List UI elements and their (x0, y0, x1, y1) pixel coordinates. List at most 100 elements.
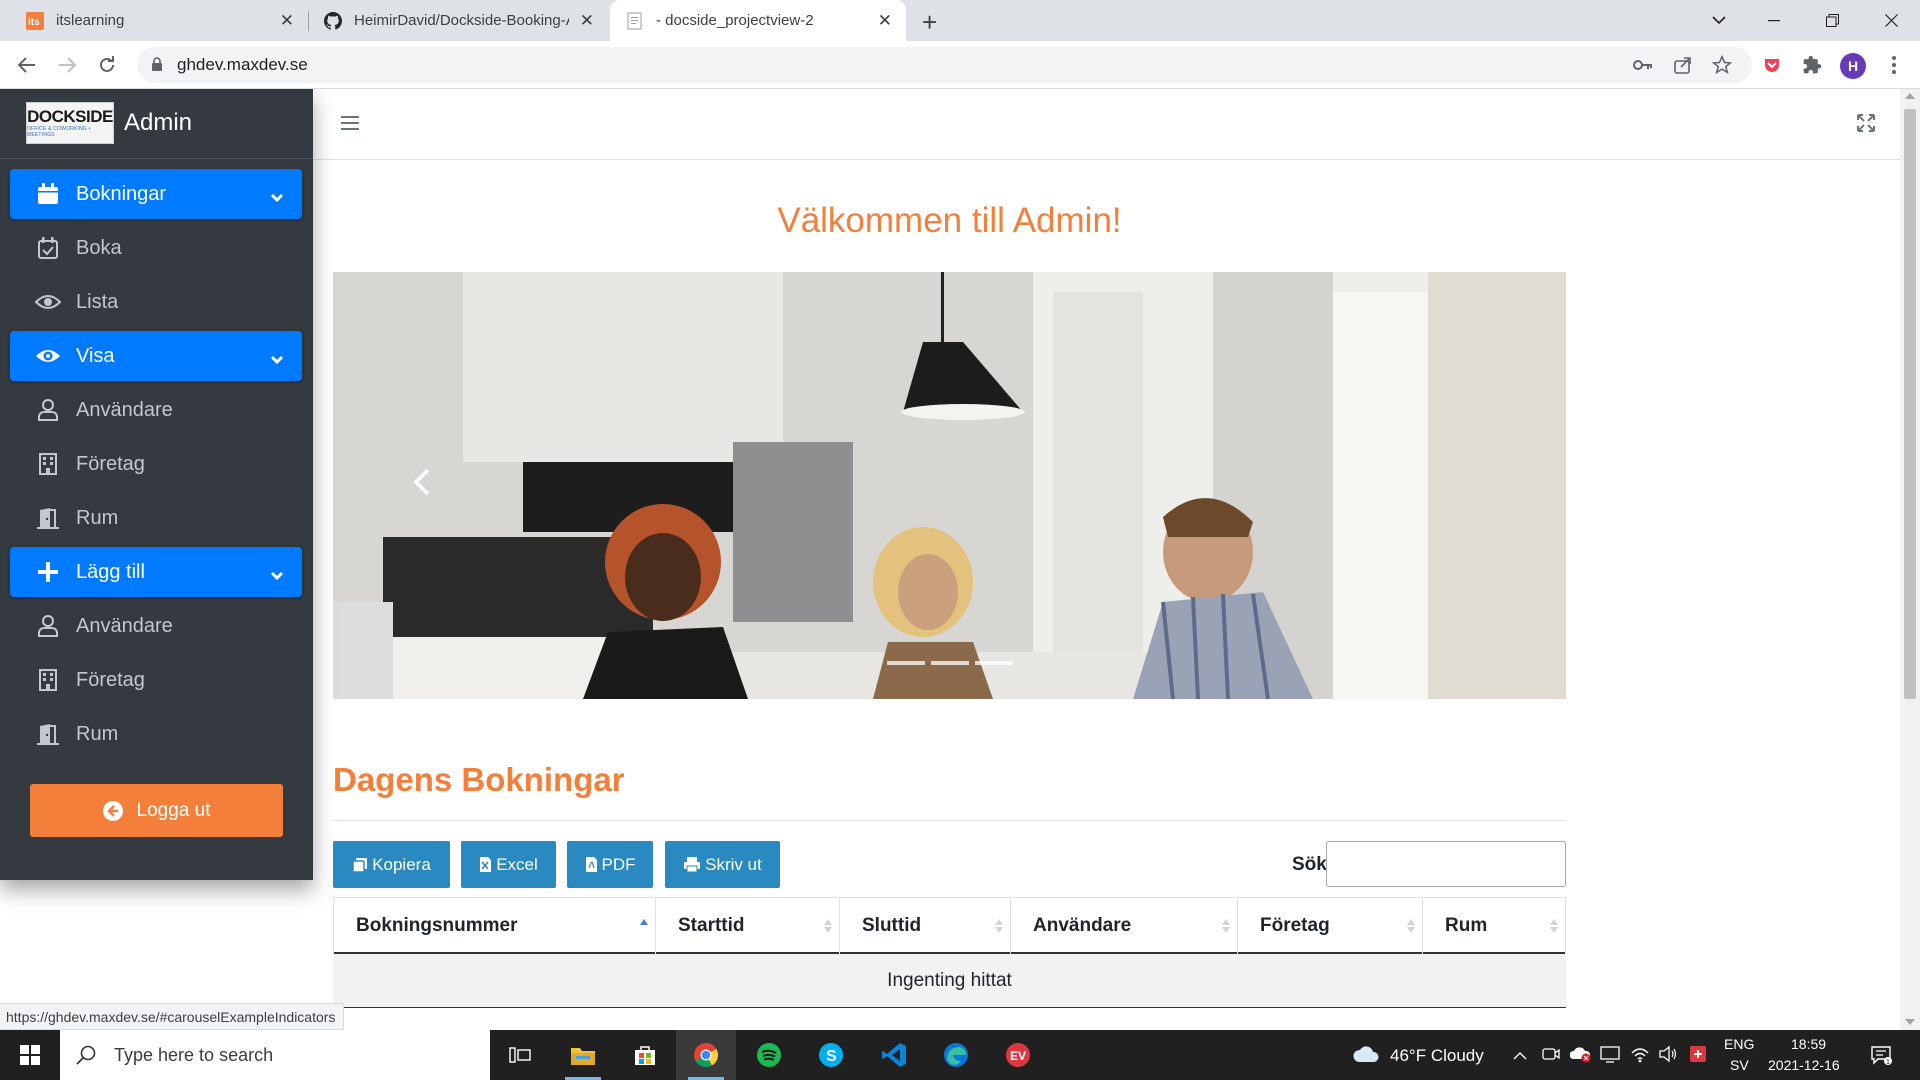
bookmark-star-icon[interactable] (1710, 53, 1734, 77)
forward-button[interactable] (53, 51, 81, 79)
building-icon (34, 669, 62, 691)
lock-icon[interactable] (151, 57, 163, 77)
copy-button[interactable]: Kopiera (333, 841, 450, 888)
sidebar-header-visa[interactable]: Visa (10, 331, 302, 381)
new-tab-button[interactable]: + (922, 7, 937, 38)
reload-button[interactable] (93, 51, 121, 79)
sidebar-item-visa-anvandare[interactable]: Användare (10, 385, 302, 435)
share-icon[interactable] (1671, 53, 1695, 77)
sidebar-item-label: Rum (76, 722, 119, 745)
carousel-indicator[interactable] (931, 661, 969, 665)
logout-button[interactable]: Logga ut (30, 784, 283, 837)
column-header-foretag[interactable]: Företag (1237, 898, 1422, 954)
document-icon (626, 12, 644, 30)
tab-search-icon[interactable] (1690, 0, 1748, 41)
scroll-up-icon[interactable] (1905, 93, 1915, 99)
user-icon (34, 399, 62, 421)
display-icon[interactable] (1600, 1045, 1620, 1068)
tab-docside-projectview[interactable]: - docside_projectview-2 ✕ (610, 0, 906, 41)
pdf-button[interactable]: PDF (567, 841, 653, 888)
chrome-taskbar-icon[interactable] (676, 1030, 736, 1080)
volume-icon[interactable] (1658, 1045, 1678, 1068)
sidebar-header-bokningar[interactable]: Bokningar (10, 169, 302, 219)
vpn-shield-icon[interactable] (1688, 1044, 1708, 1069)
microsoft-store-icon[interactable] (615, 1030, 675, 1080)
cloudy-weather-icon[interactable] (1352, 1044, 1380, 1069)
close-icon[interactable]: ✕ (280, 11, 294, 31)
column-header-sluttid[interactable]: Sluttid (839, 898, 1010, 954)
column-header-starttid[interactable]: Starttid (655, 898, 839, 954)
input-language[interactable]: ENG (1724, 1036, 1754, 1052)
content-navbar (313, 89, 1900, 160)
column-header-label: Rum (1445, 915, 1488, 936)
address-bar[interactable]: ghdev.maxdev.se (137, 47, 1752, 83)
sidebar-item-visa-foretag[interactable]: Företag (10, 439, 302, 489)
column-header-bokningsnummer[interactable]: Bokningsnummer (333, 898, 655, 954)
clock-time[interactable]: 18:59 (1791, 1036, 1826, 1052)
brand[interactable]: DOCKSIDE OFFICE & COWORKING • MEETINGS A… (0, 89, 313, 159)
notification-icon[interactable]: 1 (1870, 1044, 1892, 1071)
key-icon[interactable] (1631, 53, 1655, 77)
sidebar-item-lagg-till-rum[interactable]: Rum (10, 709, 302, 759)
scroll-down-icon[interactable] (1905, 1019, 1915, 1025)
skype-icon[interactable]: S (801, 1030, 861, 1080)
excel-button[interactable]: Excel (461, 841, 556, 888)
sidebar-item-lagg-till-anvandare[interactable]: Användare (10, 601, 302, 651)
url-text: ghdev.maxdev.se (177, 55, 308, 74)
eye-icon (34, 347, 62, 365)
search-input[interactable] (1326, 841, 1566, 887)
edge-icon[interactable] (926, 1030, 986, 1080)
sidebar-item-visa-rum[interactable]: Rum (10, 493, 302, 543)
sidebar-item-boka[interactable]: Boka (10, 223, 302, 273)
tab-title: HeimirDavid/Dockside-Booking-A (354, 12, 569, 29)
wifi-icon[interactable] (1630, 1045, 1650, 1068)
meet-now-icon[interactable] (1542, 1045, 1560, 1068)
door-icon (34, 507, 62, 529)
carousel-indicator[interactable] (975, 661, 1013, 665)
taskbar-search[interactable]: Type here to search (60, 1030, 490, 1080)
back-button[interactable] (13, 51, 41, 79)
profile-avatar[interactable]: H (1840, 53, 1866, 79)
carousel-prev-icon[interactable] (413, 468, 431, 496)
github-icon (324, 11, 342, 30)
close-window-button[interactable] (1862, 0, 1920, 41)
pocket-extension-icon[interactable] (1760, 53, 1784, 77)
column-header-rum[interactable]: Rum (1422, 898, 1566, 954)
sidebar-header-lagg-till[interactable]: Lägg till (10, 547, 302, 597)
column-header-anvandare[interactable]: Användare (1010, 898, 1237, 954)
file-explorer-icon[interactable] (553, 1030, 613, 1080)
sidebar-item-lista[interactable]: Lista (10, 277, 302, 327)
expressvpn-icon[interactable]: EV (988, 1030, 1048, 1080)
clock-date[interactable]: 2021-12-16 (1768, 1057, 1840, 1073)
tab-itslearning[interactable]: its itslearning ✕ (12, 0, 308, 41)
extensions-puzzle-icon[interactable] (1800, 53, 1824, 77)
vscode-icon[interactable] (864, 1030, 924, 1080)
tab-github[interactable]: HeimirDavid/Dockside-Booking-A ✕ (310, 0, 608, 41)
close-icon[interactable]: ✕ (878, 11, 892, 31)
pdf-button-label: PDF (601, 854, 636, 874)
tab-separator (308, 11, 309, 31)
chevron-down-icon (270, 564, 284, 587)
sidebar-item-lagg-till-foretag[interactable]: Företag (10, 655, 302, 705)
close-icon[interactable]: ✕ (580, 11, 594, 31)
minimize-button[interactable] (1745, 0, 1803, 41)
restore-button[interactable] (1803, 0, 1861, 41)
page-scrollbar[interactable] (1900, 89, 1920, 1030)
carousel-indicator[interactable] (887, 661, 925, 665)
chevron-up-icon[interactable] (1513, 1048, 1527, 1066)
spotify-icon[interactable] (739, 1030, 799, 1080)
task-view-icon[interactable] (490, 1030, 550, 1080)
weather-text[interactable]: 46°F Cloudy (1390, 1046, 1484, 1066)
fullscreen-icon[interactable] (1856, 113, 1876, 138)
door-icon (34, 723, 62, 745)
hamburger-menu-icon[interactable] (341, 115, 359, 136)
chrome-menu-icon[interactable] (1882, 53, 1906, 77)
onedrive-error-icon[interactable] (1569, 1045, 1592, 1068)
scrollbar-thumb[interactable] (1904, 109, 1916, 699)
tab-title: itslearning (56, 12, 125, 29)
copy-button-label: Kopiera (372, 854, 431, 874)
print-button[interactable]: Skriv ut (665, 841, 780, 888)
windows-start-icon[interactable] (0, 1030, 60, 1080)
chevron-down-icon (270, 348, 284, 371)
input-layout[interactable]: SV (1730, 1057, 1749, 1073)
